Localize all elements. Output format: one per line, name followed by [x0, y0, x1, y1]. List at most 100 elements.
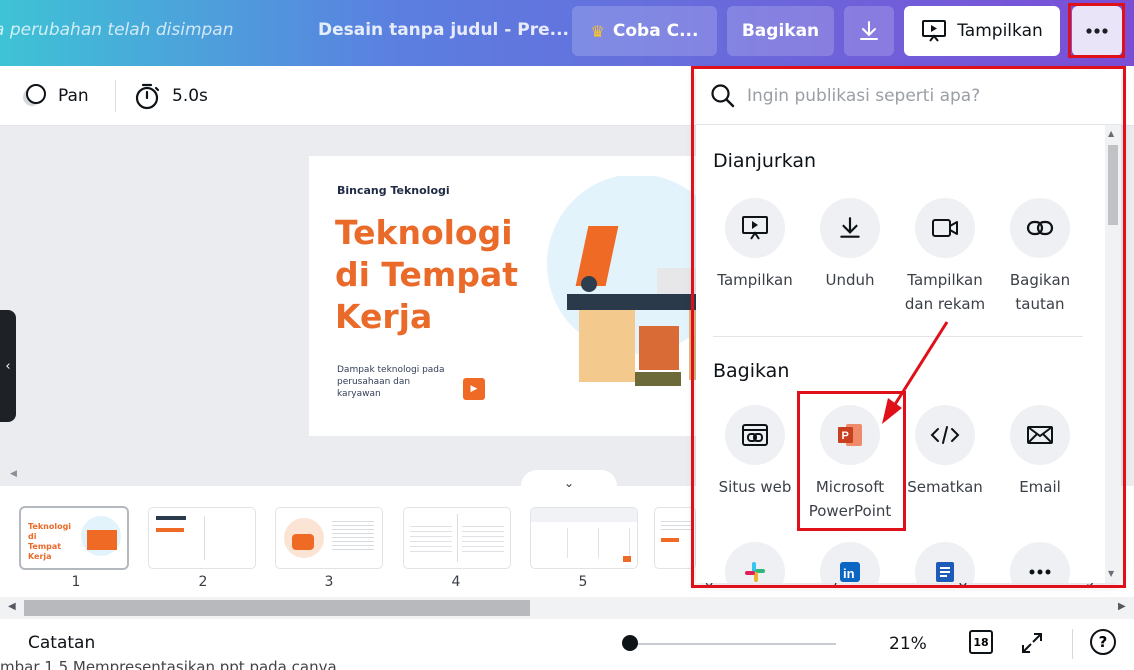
svg-text:in: in [843, 566, 855, 581]
share-button[interactable]: Bagikan [727, 6, 834, 56]
present-icon [742, 216, 768, 240]
download-button[interactable] [844, 6, 894, 56]
option-circle [1010, 198, 1070, 258]
embed-icon [930, 426, 960, 444]
email-icon [1027, 426, 1053, 444]
page-number: 2 [198, 574, 208, 590]
present-button[interactable]: Tampilkan [904, 6, 1060, 56]
canvas-scroll-left-icon[interactable]: ◀ [10, 469, 17, 479]
notes-button[interactable]: Catatan [28, 633, 95, 653]
duration-label: 5.0s [172, 86, 208, 106]
option-circle [915, 405, 975, 465]
panel-scrollbar-thumb[interactable] [1108, 145, 1118, 225]
option-label: Bagikan tautan [1009, 271, 1071, 313]
option-document[interactable] [895, 542, 995, 583]
slide-play-icon: ▶ [463, 378, 485, 400]
chevron-left-icon: ‹ [5, 358, 11, 374]
zoom-slider-track[interactable] [630, 643, 836, 645]
option-label: Tampilkan [717, 271, 793, 289]
slide-subtitle: Dampak teknologi pada perusahaan dan kar… [337, 365, 445, 399]
try-pro-button[interactable]: ♛ Coba C... [572, 6, 717, 56]
option-more[interactable] [990, 542, 1090, 583]
scroll-right-icon[interactable]: ▶ [1118, 601, 1126, 612]
pan-label: Pan [58, 86, 89, 106]
scroll-up-icon[interactable]: ▲ [1108, 129, 1114, 138]
canva-editor: a perubahan telah disimpan Desain tanpa … [0, 0, 1134, 670]
page-thumbnail[interactable] [655, 508, 695, 568]
top-bar: a perubahan telah disimpan Desain tanpa … [0, 0, 1134, 66]
slide-heading: Teknologi di Tempat Kerja [335, 213, 518, 336]
option-circle [725, 198, 785, 258]
page-number: 1 [71, 574, 81, 590]
search-placeholder: Ingin publikasi seperti apa? [747, 86, 981, 106]
download-icon [840, 217, 860, 238]
link-icon [1026, 220, 1054, 236]
option-circle: P [820, 405, 880, 465]
option-website[interactable]: Situs web [705, 405, 805, 499]
option-present[interactable]: Tampilkan [705, 198, 805, 292]
option-circle [820, 198, 880, 258]
page-thumbnail[interactable] [404, 508, 510, 568]
search-icon [711, 84, 735, 108]
slide-kicker: Bincang Teknologi [337, 184, 450, 197]
section-divider [713, 336, 1083, 337]
fullscreen-icon[interactable] [1020, 631, 1044, 655]
page-thumbnail[interactable]: Teknologi di Tempat Kerja [21, 508, 127, 568]
video-record-icon [932, 219, 958, 237]
toolbar-divider [115, 80, 116, 112]
page-count-button[interactable]: 18 [969, 630, 993, 654]
download-icon [860, 21, 878, 40]
side-panel-toggle[interactable]: ‹ [0, 310, 16, 422]
powerpoint-icon: P [838, 424, 862, 446]
panel-scrollbar[interactable]: ▲ ▼ [1105, 125, 1121, 583]
option-circle: in [820, 542, 880, 583]
page-thumbnail[interactable] [149, 508, 255, 568]
transition-button[interactable]: Pan [20, 82, 89, 110]
share-menu-panel: Ingin publikasi seperti apa? Dianjurkan … [696, 69, 1121, 583]
svg-text:P: P [842, 430, 849, 442]
more-icon [1029, 569, 1051, 575]
option-circle [725, 542, 785, 583]
option-share-link[interactable]: Bagikan tautan [990, 198, 1090, 316]
option-email[interactable]: Email [990, 405, 1090, 499]
slide-preview[interactable]: Bincang Teknologi Teknologi di Tempat Ke… [309, 156, 729, 436]
help-button[interactable]: ? [1090, 629, 1116, 655]
transition-icon [23, 84, 46, 106]
more-icon [1086, 28, 1108, 34]
page-thumbnail[interactable] [276, 508, 382, 568]
footer-divider [1072, 629, 1073, 659]
scrollbar-thumb[interactable] [24, 600, 530, 616]
option-circle [915, 198, 975, 258]
filmstrip-scrollbar[interactable]: ◀ ▶ [0, 597, 1134, 619]
timer-icon [135, 83, 160, 110]
scroll-left-icon[interactable]: ◀ [8, 601, 16, 612]
save-status: a perubahan telah disimpan [0, 20, 234, 40]
option-circle [725, 405, 785, 465]
option-download[interactable]: Unduh [800, 198, 900, 292]
option-embed[interactable]: Sematkan [895, 405, 995, 499]
option-label: Email [1019, 478, 1061, 496]
option-slack[interactable] [705, 542, 805, 583]
present-button-label: Tampilkan [957, 21, 1043, 41]
page-thumbnail[interactable] [531, 508, 637, 568]
page-number: 3 [324, 574, 334, 590]
scroll-down-icon[interactable]: ▼ [1108, 569, 1114, 578]
zoom-level[interactable]: 21% [889, 634, 927, 654]
recommended-heading: Dianjurkan [713, 150, 817, 172]
document-title[interactable]: Desain tanpa judul - Pre... [318, 20, 569, 40]
option-present-record[interactable]: Tampilkan dan rekam [895, 198, 995, 316]
slack-icon [745, 562, 765, 582]
publish-search-field[interactable]: Ingin publikasi seperti apa? [696, 69, 1121, 125]
more-options-button[interactable] [1072, 6, 1122, 56]
zoom-slider-knob[interactable] [622, 635, 638, 651]
present-icon [922, 20, 947, 42]
document-icon [936, 562, 954, 582]
option-circle [915, 542, 975, 583]
duration-button[interactable]: 5.0s [134, 82, 208, 110]
option-linkedin[interactable]: in [800, 542, 900, 583]
option-label: Unduh [825, 271, 875, 289]
option-label: Sematkan [907, 478, 983, 496]
crown-icon: ♛ [590, 21, 605, 41]
caption-text: mbar 1.5 Mempresentasikan ppt pada canva [0, 658, 337, 670]
option-powerpoint[interactable]: P Microsoft PowerPoint [800, 405, 900, 523]
